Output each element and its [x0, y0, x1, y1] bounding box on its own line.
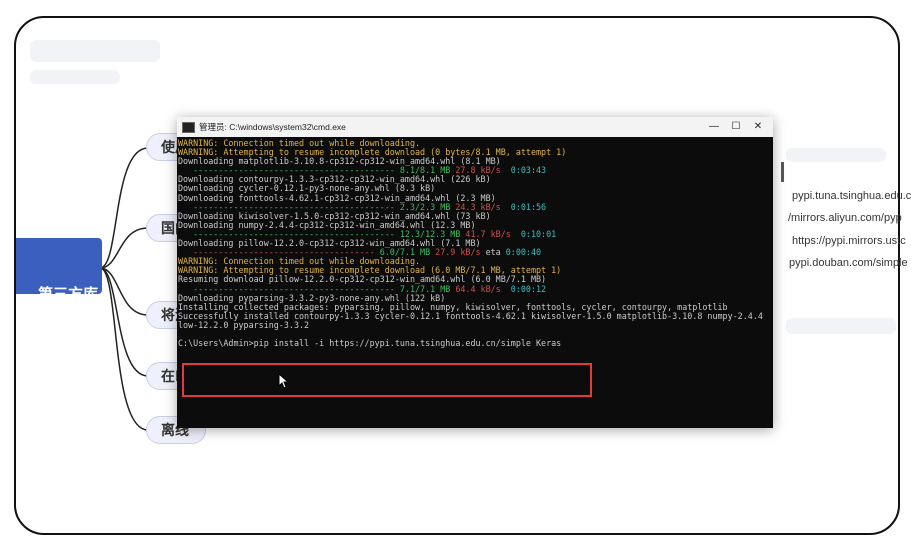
console-segment: 0:00:12	[505, 283, 547, 294]
close-button[interactable]: ✕	[747, 119, 769, 135]
command-highlight-box	[182, 363, 592, 397]
console-line: low-12.2.0 pyparsing-3.3.2	[178, 319, 769, 330]
cmd-window-title: 管理员: C:\windows\system32\cmd.exe	[199, 122, 346, 132]
root-line-2: 安装方法	[37, 345, 98, 363]
root-line-1: 第三方库	[37, 285, 98, 303]
console-segment: 27.9 kB/s	[435, 247, 486, 258]
mindmap-root[interactable]: 第三方库 安装方法	[16, 238, 102, 363]
console-segment: 0:01:56	[505, 201, 547, 212]
connector	[99, 267, 149, 431]
cmd-app-icon	[182, 122, 195, 133]
mouse-cursor-icon	[278, 373, 290, 389]
console-segment: eta	[485, 247, 506, 258]
connector	[99, 267, 149, 377]
mirror-url: pypi.douban.com/simple	[789, 257, 908, 269]
console-segment: 64.4 kB/s	[455, 283, 506, 294]
cmd-titlebar[interactable]: 管理员: C:\windows\system32\cmd.exe — ☐ ✕	[177, 117, 773, 137]
connector	[99, 147, 149, 269]
scrollbar[interactable]	[765, 137, 773, 428]
minimize-button[interactable]: —	[703, 119, 725, 135]
console-segment: low-12.2.0 pyparsing-3.3.2	[178, 319, 310, 330]
mirror-url: pypi.tuna.tsinghua.edu.c	[792, 190, 912, 202]
mirror-url: /mirrors.aliyun.com/pyp	[788, 212, 902, 224]
maximize-button[interactable]: ☐	[725, 119, 747, 135]
scrollbar-thumb[interactable]	[781, 162, 784, 182]
console-segment: 0:00:40	[505, 247, 542, 258]
mirror-url: https://pypi.mirrors.ustc	[792, 235, 906, 247]
console-segment: 0:10:01	[515, 228, 557, 239]
console-line: C:\Users\Admin>pip install -i https://py…	[178, 339, 769, 348]
console-segment: 0:03:43	[505, 165, 547, 176]
console-segment: C:\Users\Admin>pip install -i https://py…	[178, 338, 562, 349]
